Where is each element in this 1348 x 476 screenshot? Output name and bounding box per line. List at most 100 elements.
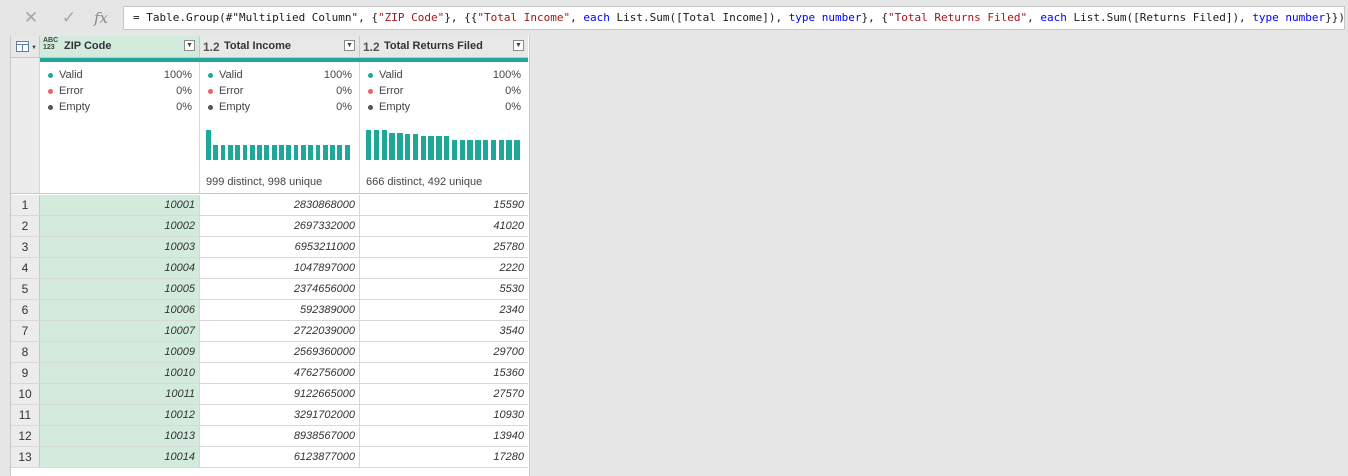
total-returns-cell[interactable]: 10930 xyxy=(360,405,528,425)
table-row[interactable]: 12 10013 8938567000 13940 xyxy=(11,426,528,447)
table-row[interactable]: 8 10009 2569360000 29700 xyxy=(11,342,528,363)
table-row[interactable]: 13 10014 6123877000 17280 xyxy=(11,447,528,468)
histogram-bar[interactable] xyxy=(459,140,465,160)
total-income-cell[interactable]: 2569360000 xyxy=(200,342,360,362)
histogram-bar[interactable] xyxy=(308,145,314,160)
total-income-cell[interactable]: 2374656000 xyxy=(200,279,360,299)
zip-code-cell[interactable]: 10012 xyxy=(40,405,200,425)
row-number[interactable]: 8 xyxy=(11,342,40,362)
total-income-cell[interactable]: 4762756000 xyxy=(200,363,360,383)
column-header-zip-code[interactable]: ABC 123 ZIP Code ▼ xyxy=(40,36,200,58)
zip-code-cell[interactable]: 10004 xyxy=(40,258,200,278)
row-number[interactable]: 3 xyxy=(11,237,40,257)
total-income-cell[interactable]: 8938567000 xyxy=(200,426,360,446)
histogram-bar[interactable] xyxy=(315,145,321,160)
filter-dropdown-icon[interactable]: ▼ xyxy=(513,40,524,51)
histogram-bar[interactable] xyxy=(498,140,504,160)
histogram-bar[interactable] xyxy=(475,140,481,160)
zip-code-cell[interactable]: 10005 xyxy=(40,279,200,299)
histogram-bar[interactable] xyxy=(389,133,395,160)
histogram-bar[interactable] xyxy=(420,136,426,160)
histogram-bar[interactable] xyxy=(451,140,458,160)
total-returns-cell[interactable]: 15590 xyxy=(360,195,528,215)
row-number[interactable]: 9 xyxy=(11,363,40,383)
histogram-bar[interactable] xyxy=(405,134,411,160)
zip-code-cell[interactable]: 10014 xyxy=(40,447,200,467)
table-row[interactable]: 5 10005 2374656000 5530 xyxy=(11,279,528,300)
table-row[interactable]: 11 10012 3291702000 10930 xyxy=(11,405,528,426)
cancel-x-icon[interactable]: ✕ xyxy=(20,8,42,28)
total-returns-cell[interactable]: 29700 xyxy=(360,342,528,362)
formula-input[interactable]: = Table.Group(#"Multiplied Column", {"ZI… xyxy=(123,6,1345,30)
row-number[interactable]: 12 xyxy=(11,426,40,446)
zip-code-cell[interactable]: 10010 xyxy=(40,363,200,383)
total-returns-cell[interactable]: 2220 xyxy=(360,258,528,278)
value-distribution-histogram[interactable] xyxy=(206,128,356,160)
total-returns-cell[interactable]: 27570 xyxy=(360,384,528,404)
total-income-cell[interactable]: 1047897000 xyxy=(200,258,360,278)
total-returns-cell[interactable]: 15360 xyxy=(360,363,528,383)
zip-code-cell[interactable]: 10009 xyxy=(40,342,200,362)
table-row[interactable]: 2 10002 2697332000 41020 xyxy=(11,216,528,237)
filter-dropdown-icon[interactable]: ▼ xyxy=(184,40,195,51)
zip-code-cell[interactable]: 10006 xyxy=(40,300,200,320)
histogram-bar[interactable] xyxy=(444,136,450,160)
table-row[interactable]: 1 10001 2830868000 15590 xyxy=(11,195,528,216)
decimal-type-icon[interactable]: 1.2 xyxy=(363,40,380,54)
row-number[interactable]: 7 xyxy=(11,321,40,341)
total-income-cell[interactable]: 2722039000 xyxy=(200,321,360,341)
zip-code-cell[interactable]: 10003 xyxy=(40,237,200,257)
histogram-bar[interactable] xyxy=(412,134,419,160)
histogram-bar[interactable] xyxy=(213,145,219,160)
total-income-cell[interactable]: 3291702000 xyxy=(200,405,360,425)
histogram-bar[interactable] xyxy=(227,145,233,160)
row-number[interactable]: 5 xyxy=(11,279,40,299)
histogram-bar[interactable] xyxy=(436,136,442,160)
commit-check-icon[interactable]: ✓ xyxy=(58,8,80,28)
any-type-icon[interactable]: ABC 123 xyxy=(43,37,58,51)
histogram-bar[interactable] xyxy=(220,145,226,160)
histogram-bar[interactable] xyxy=(506,140,512,160)
total-returns-cell[interactable]: 5530 xyxy=(360,279,528,299)
total-income-cell[interactable]: 6953211000 xyxy=(200,237,360,257)
histogram-bar[interactable] xyxy=(271,145,277,160)
histogram-bar[interactable] xyxy=(330,145,335,160)
zip-code-cell[interactable]: 10007 xyxy=(40,321,200,341)
histogram-bar[interactable] xyxy=(490,140,497,160)
column-header-total-returns-filed[interactable]: 1.2 Total Returns Filed ▼ xyxy=(360,36,528,58)
histogram-bar[interactable] xyxy=(322,145,328,160)
decimal-type-icon[interactable]: 1.2 xyxy=(203,40,220,54)
histogram-bar[interactable] xyxy=(373,130,380,160)
total-income-cell[interactable]: 6123877000 xyxy=(200,447,360,467)
total-returns-cell[interactable]: 17280 xyxy=(360,447,528,467)
row-number[interactable]: 6 xyxy=(11,300,40,320)
zip-code-cell[interactable]: 10013 xyxy=(40,426,200,446)
histogram-bar[interactable] xyxy=(264,145,270,160)
column-header-total-income[interactable]: 1.2 Total Income ▼ xyxy=(200,36,360,58)
histogram-bar[interactable] xyxy=(286,145,292,160)
total-returns-cell[interactable]: 25780 xyxy=(360,237,528,257)
histogram-bar[interactable] xyxy=(467,140,473,160)
row-number[interactable]: 4 xyxy=(11,258,40,278)
histogram-bar[interactable] xyxy=(337,145,343,160)
total-returns-cell[interactable]: 41020 xyxy=(360,216,528,236)
histogram-bar[interactable] xyxy=(242,145,248,160)
table-menu-button[interactable]: ▼ xyxy=(11,36,40,58)
zip-code-cell[interactable]: 10002 xyxy=(40,216,200,236)
total-income-cell[interactable]: 2697332000 xyxy=(200,216,360,236)
histogram-bar[interactable] xyxy=(293,145,299,160)
histogram-bar[interactable] xyxy=(483,140,489,160)
total-income-cell[interactable]: 2830868000 xyxy=(200,195,360,215)
histogram-bar[interactable] xyxy=(381,130,387,160)
total-returns-cell[interactable]: 2340 xyxy=(360,300,528,320)
histogram-bar[interactable] xyxy=(279,145,284,160)
row-number[interactable]: 2 xyxy=(11,216,40,236)
row-number[interactable]: 1 xyxy=(11,195,40,215)
histogram-bar[interactable] xyxy=(300,145,306,160)
fx-icon[interactable]: fx xyxy=(90,8,112,28)
total-returns-cell[interactable]: 13940 xyxy=(360,426,528,446)
row-number[interactable]: 13 xyxy=(11,447,40,467)
zip-code-cell[interactable]: 10001 xyxy=(40,195,200,215)
histogram-bar[interactable] xyxy=(249,145,255,160)
table-row[interactable]: 10 10011 9122665000 27570 xyxy=(11,384,528,405)
